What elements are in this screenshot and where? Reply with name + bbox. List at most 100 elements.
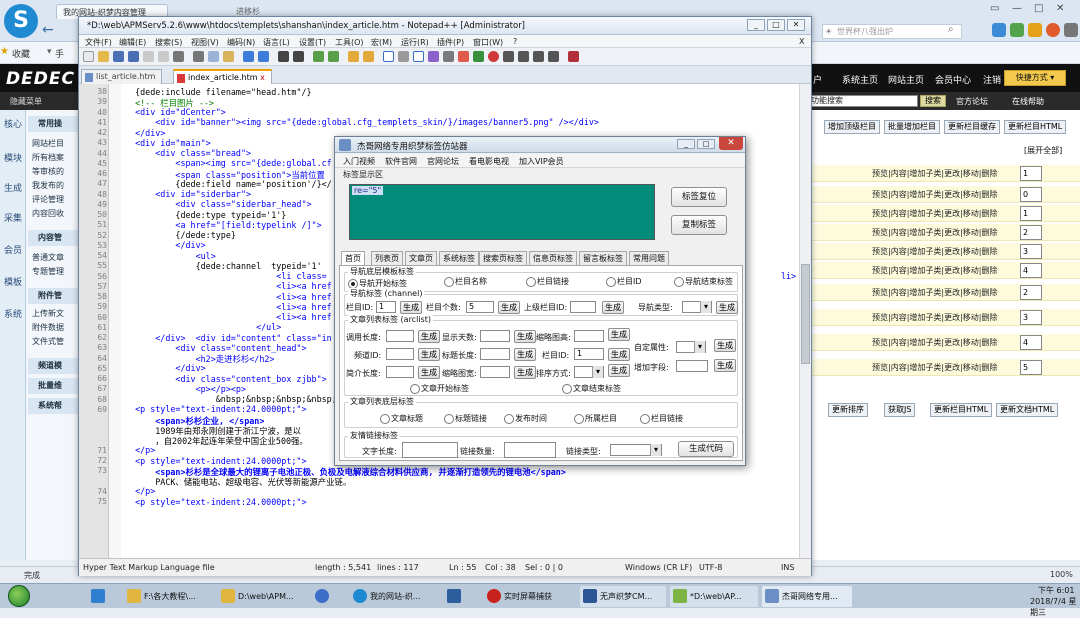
menu-window[interactable]: 窗口(W) (473, 37, 503, 48)
play-macro-icon[interactable] (518, 51, 529, 62)
code-line[interactable]: <div class="siderbar_head"> (125, 199, 311, 209)
parent-id-input[interactable] (570, 301, 596, 313)
update-category-html-button[interactable]: 更新栏目HTML (930, 403, 993, 417)
undo-icon[interactable] (243, 51, 254, 62)
code-line[interactable]: <li><a href (125, 281, 331, 291)
function-list-icon[interactable] (458, 51, 469, 62)
order-input[interactable]: 4 (1020, 335, 1042, 350)
menu-item[interactable]: 上传新文 (32, 308, 64, 319)
menu-file[interactable]: 文件(F) (85, 37, 112, 48)
tab-close-icon[interactable]: x (260, 73, 265, 82)
menu-item[interactable]: 专题管理 (32, 266, 64, 277)
menu-edit[interactable]: 编辑(E) (119, 37, 146, 48)
lang-icon[interactable] (428, 51, 439, 62)
code-line[interactable]: </div> (125, 240, 205, 250)
zoom-in-icon[interactable] (313, 51, 324, 62)
code-line[interactable]: {dede:include filename="head.htm"/} (125, 87, 311, 97)
code-line[interactable]: <li><a href (125, 312, 331, 322)
code-line[interactable]: <li><a href (125, 302, 331, 312)
maximize-icon[interactable]: □ (767, 19, 785, 31)
gen-button[interactable]: 生成 (716, 301, 738, 314)
menu-group[interactable]: 频道模 (28, 358, 80, 374)
order-input[interactable]: 3 (1020, 244, 1042, 259)
chevron-down-icon[interactable]: ▾ (47, 47, 52, 57)
reset-tag-button[interactable]: 标签复位 (671, 187, 727, 207)
notepad-title-bar[interactable]: *D:\web\APMServ5.2.6\www\htdocs\templets… (79, 17, 811, 35)
taskbar-item[interactable] (312, 586, 346, 607)
menu-movies[interactable]: 看电影电视 (469, 156, 509, 167)
sync-v-icon[interactable] (348, 51, 359, 62)
radio-nav-end[interactable]: 导航结束标签 (674, 276, 733, 287)
paste-icon[interactable] (223, 51, 234, 62)
tab-article-page[interactable]: 文章页 (405, 251, 437, 265)
get-js-button[interactable]: 获取JS (884, 403, 916, 417)
category-ops[interactable]: 预览|内容|增加子类|更改|移动|删除 (872, 227, 997, 238)
replace-icon[interactable] (293, 51, 304, 62)
save-macro-icon[interactable] (548, 51, 559, 62)
menu-search[interactable]: 搜索(S) (155, 37, 182, 48)
save-all-icon[interactable] (128, 51, 139, 62)
copy-tag-button[interactable]: 复制标签 (671, 215, 727, 235)
quick-menu-button[interactable]: 快捷方式 ▾ (1004, 70, 1066, 86)
field-input[interactable] (480, 366, 510, 378)
code-line[interactable]: &nbsp;&nbsp;&nbsp;&nbsp; (125, 394, 337, 404)
code-line[interactable]: <div id="dCenter"> (125, 107, 226, 117)
menu-tools[interactable]: 工具(O) (335, 37, 364, 48)
code-line[interactable]: </p> (125, 486, 155, 496)
gen-button[interactable]: 生成 (514, 348, 536, 361)
close-file-icon[interactable] (143, 51, 154, 62)
gen-button[interactable]: 生成 (608, 348, 630, 361)
toolbar-icon-4[interactable] (1046, 23, 1060, 37)
toolbar-icon-1[interactable] (992, 23, 1006, 37)
menu-item[interactable]: 附件数据 (32, 322, 64, 333)
gen-button[interactable]: 生成 (608, 328, 630, 341)
category-ops[interactable]: 预览|内容|增加子类|更改|移动|删除 (872, 189, 997, 200)
download-icon[interactable] (1064, 23, 1078, 37)
add-field-input[interactable] (676, 360, 708, 372)
order-input[interactable]: 2 (1020, 225, 1042, 240)
gen-button[interactable]: 生成 (418, 348, 440, 361)
menu-settings[interactable]: 设置(T) (299, 37, 326, 48)
left-tab[interactable]: 模块 (3, 154, 23, 165)
taskbar-ie[interactable] (88, 586, 118, 607)
browser-logo-icon[interactable]: S (4, 4, 38, 38)
scrollbar-thumb[interactable] (801, 264, 810, 364)
word-wrap-icon[interactable] (383, 51, 394, 62)
tab-home[interactable]: 首页 (341, 251, 365, 266)
spell-check-icon[interactable] (568, 51, 579, 62)
start-button[interactable] (8, 585, 30, 607)
copy-icon[interactable] (208, 51, 219, 62)
tab-info[interactable]: 信息页标签 (529, 251, 577, 265)
function-search-button[interactable]: 搜索 (920, 95, 946, 107)
update-html-button[interactable]: 更新栏目HTML (1004, 120, 1067, 134)
maximize-icon[interactable]: □ (1034, 3, 1043, 14)
generate-code-button[interactable]: 生成代码 (678, 441, 734, 457)
code-line[interactable]: <p style="text-indent:24.0000pt;"> (125, 497, 306, 507)
nav-item[interactable]: 会员中心 (935, 73, 971, 86)
menu-group[interactable]: 附件管 (28, 288, 80, 304)
menu-macro[interactable]: 宏(M) (371, 37, 392, 48)
minimize-icon[interactable]: _ (677, 139, 695, 149)
doc-map-icon[interactable] (443, 51, 454, 62)
menu-forum[interactable]: 官网论坛 (427, 156, 459, 167)
close-icon[interactable]: ✕ (1056, 3, 1064, 14)
code-line[interactable]: <li><a href (125, 292, 331, 302)
link-type-select[interactable] (610, 444, 662, 456)
left-tab[interactable]: 核心 (3, 120, 23, 131)
minimize-icon[interactable]: — (1012, 3, 1022, 14)
left-tab[interactable]: 生成 (3, 184, 23, 195)
nav-item[interactable]: 户 (813, 73, 822, 86)
clock-date[interactable]: 2018/7/4 星期三 (1030, 596, 1080, 618)
menu-vip[interactable]: 加入VIP会员 (519, 156, 564, 167)
new-file-icon[interactable] (83, 51, 94, 62)
function-search-input[interactable]: 功能搜索 (808, 95, 918, 107)
field-input[interactable] (386, 366, 414, 378)
menu-encoding[interactable]: 编码(N) (227, 37, 255, 48)
code-line[interactable]: <div id="siderbar"> (125, 189, 251, 199)
gen-button[interactable]: 生成 (514, 366, 536, 379)
back-arrow-icon[interactable]: ← (42, 22, 58, 38)
menu-item[interactable]: 内容回收 (32, 208, 64, 219)
text-length-input[interactable] (402, 442, 458, 458)
sort-select[interactable] (574, 366, 604, 378)
tab-system[interactable]: 系统标签 (439, 251, 479, 265)
